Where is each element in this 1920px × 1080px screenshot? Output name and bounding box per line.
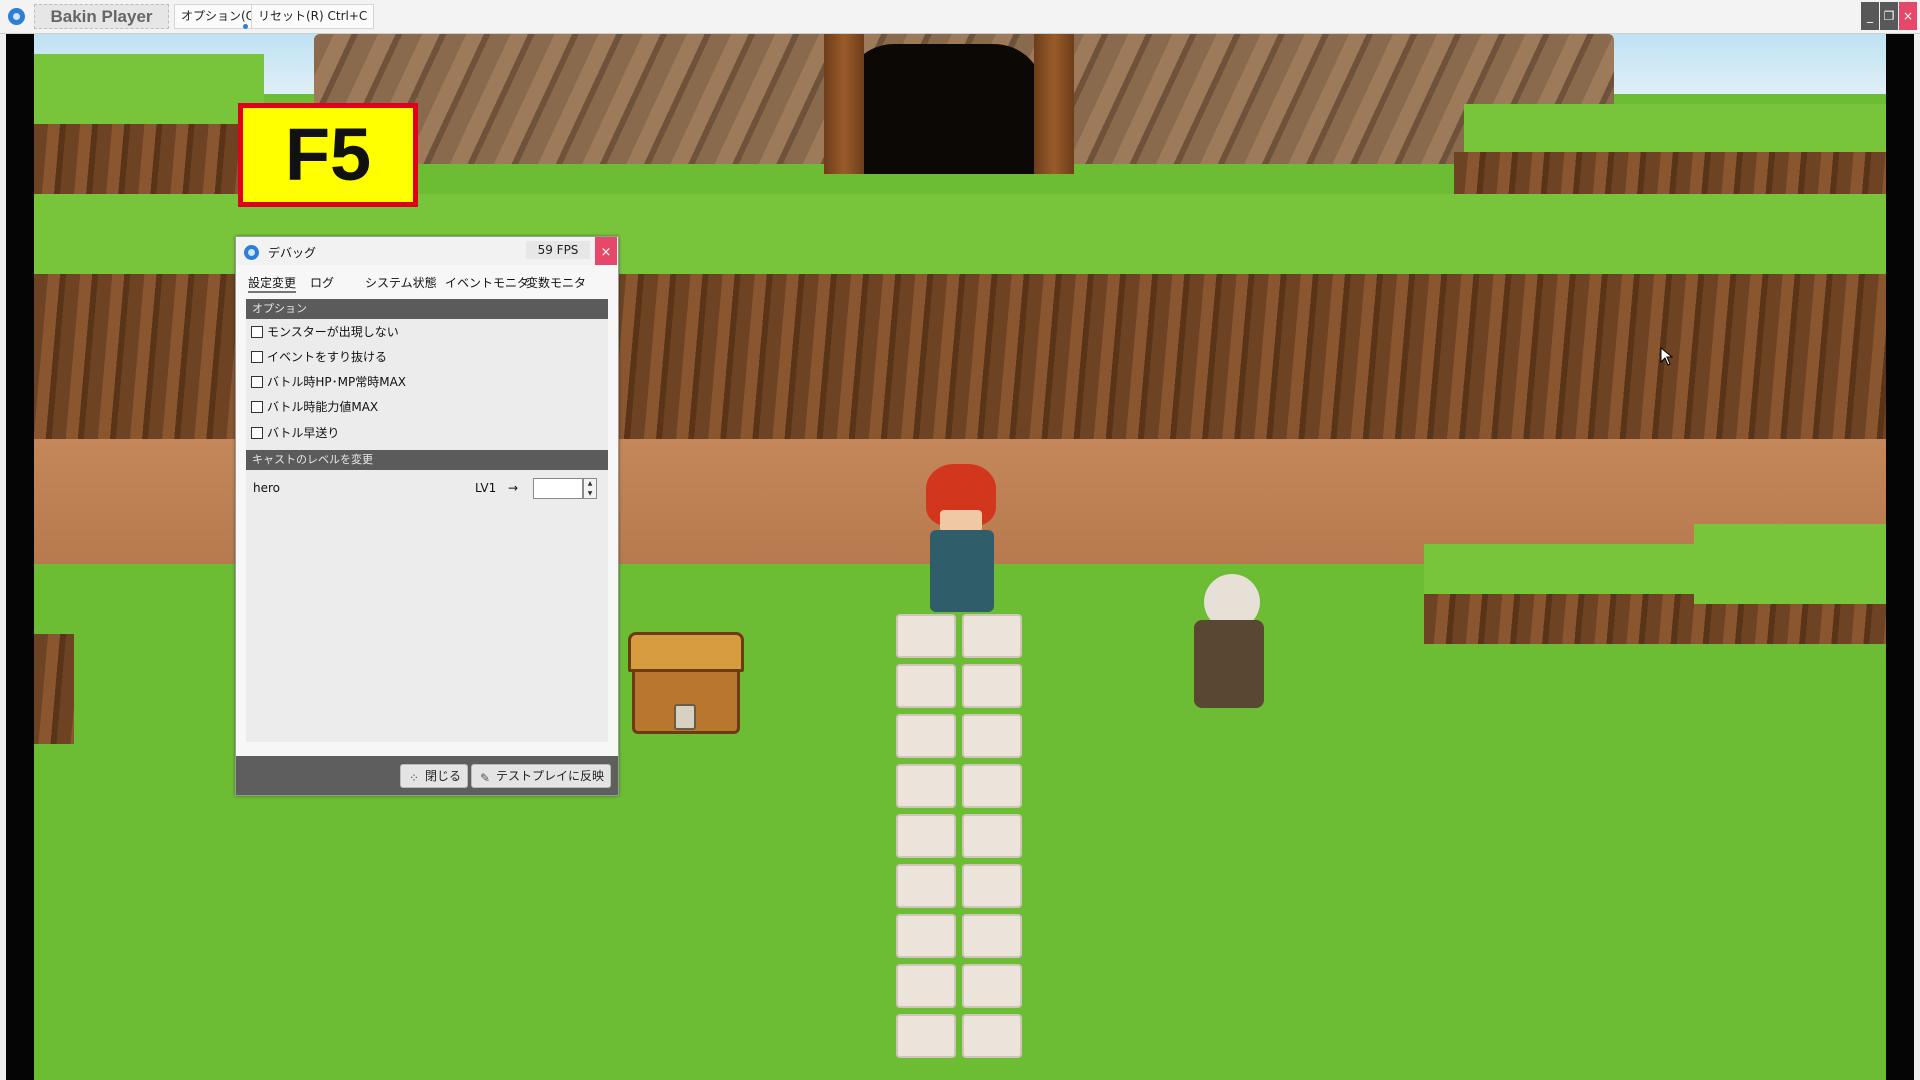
cliff-upper-left	[34, 124, 264, 199]
cast-level-header: キャストのレベルを変更	[246, 450, 608, 470]
path-tile	[962, 814, 1022, 858]
cliff-lower-left	[34, 634, 74, 744]
mouse-cursor-icon	[1660, 347, 1674, 366]
title-bar: Bakin Player オプション(O) リセット(R) Ctrl+C _ ❐…	[0, 0, 1920, 34]
option-pass-events[interactable]: イベントをすり抜ける	[251, 348, 387, 366]
option-label: バトル時能力値MAX	[267, 400, 379, 414]
path-tile	[962, 714, 1022, 758]
path-tile	[962, 864, 1022, 908]
close-dialog-button[interactable]: ⁘ 閉じる	[400, 764, 469, 788]
path-tile	[896, 964, 956, 1008]
path-tile	[962, 614, 1022, 658]
checkbox[interactable]	[251, 427, 263, 439]
checkbox[interactable]	[251, 326, 263, 338]
f5-key-badge: F5	[238, 103, 418, 207]
option-label: モンスターが出現しない	[267, 325, 399, 339]
debug-title-bar[interactable]: デバッグ 59 FPS ×	[236, 237, 618, 265]
close-dialog-label: 閉じる	[425, 769, 462, 783]
path-tile	[896, 864, 956, 908]
path-tile	[962, 764, 1022, 808]
debug-window: デバッグ 59 FPS × 設定変更 ログ システム状態 イベントモニタ 変数モ…	[235, 236, 619, 796]
tab-log[interactable]: ログ	[310, 273, 334, 293]
option-label: バトル時HP･MP常時MAX	[267, 375, 406, 389]
debug-close-button[interactable]: ×	[595, 237, 617, 265]
hero-character[interactable]	[930, 530, 994, 612]
minimize-button[interactable]: _	[1861, 2, 1879, 30]
restore-button[interactable]: ❐	[1880, 2, 1898, 30]
spin-up-icon[interactable]: ▲	[584, 479, 596, 489]
checkbox[interactable]	[251, 351, 263, 363]
option-max-stats[interactable]: バトル時能力値MAX	[251, 398, 378, 416]
elder-npc[interactable]	[1194, 620, 1264, 708]
letterbox-right	[1886, 34, 1914, 1080]
path-tile	[896, 814, 956, 858]
tab-variable-monitor[interactable]: 変数モニタ	[526, 273, 586, 293]
path-tile	[896, 664, 956, 708]
notification-dot-icon	[243, 24, 248, 29]
cave-entrance	[844, 44, 1044, 174]
option-no-monsters[interactable]: モンスターが出現しない	[251, 323, 399, 341]
cave-post-left	[824, 34, 864, 174]
letterbox-left	[6, 34, 34, 1080]
tab-event-monitor[interactable]: イベントモニタ	[445, 273, 529, 293]
path-tile	[896, 1014, 956, 1058]
app-title: Bakin Player	[34, 4, 169, 29]
checkbox[interactable]	[251, 376, 263, 388]
ledge-upper-left	[34, 54, 264, 134]
spin-down-icon[interactable]: ▼	[584, 489, 596, 499]
treasure-chest-lid	[628, 632, 744, 672]
path-tile	[896, 614, 956, 658]
apply-label: テストプレイに反映	[496, 769, 605, 783]
path-tile	[896, 714, 956, 758]
tab-settings[interactable]: 設定変更	[248, 273, 297, 293]
path-tile	[962, 1014, 1022, 1058]
menu-reset[interactable]: リセット(R) Ctrl+C	[251, 4, 375, 29]
debug-title: デバッグ	[268, 246, 317, 260]
cave-post-right	[1034, 34, 1074, 174]
checkbox[interactable]	[251, 401, 263, 413]
cast-name: hero	[253, 481, 280, 495]
pencil-icon: ✎	[479, 771, 491, 785]
hero-face	[940, 510, 982, 532]
option-max-hp-mp[interactable]: バトル時HP･MP常時MAX	[251, 373, 406, 391]
option-battle-fast-forward[interactable]: バトル早送り	[251, 424, 339, 442]
grass-block-far-right	[1694, 524, 1886, 604]
level-stepper[interactable]: ▲ ▼	[583, 478, 597, 499]
path-tile	[962, 914, 1022, 958]
fps-counter: 59 FPS	[526, 241, 590, 259]
path-tile	[962, 664, 1022, 708]
level-input[interactable]	[533, 478, 583, 499]
cast-current-level: LV1	[475, 481, 497, 495]
path-tile	[962, 964, 1022, 1008]
path-tile	[896, 764, 956, 808]
app-logo-icon	[8, 8, 25, 25]
path-tile	[896, 914, 956, 958]
option-label: イベントをすり抜ける	[267, 350, 388, 364]
options-header: オプション	[246, 299, 608, 319]
tab-system-status[interactable]: システム状態	[365, 273, 437, 293]
apply-to-testplay-button[interactable]: ✎ テストプレイに反映	[471, 764, 612, 788]
arrow-right-icon: →	[508, 481, 519, 495]
lock-icon	[674, 704, 696, 730]
loading-icon: ⁘	[408, 771, 420, 785]
close-button[interactable]: ×	[1899, 2, 1917, 30]
option-label: バトル早送り	[267, 426, 340, 440]
cast-row: hero LV1 → ▲ ▼	[253, 477, 605, 499]
debug-footer: ⁘ 閉じる ✎ テストプレイに反映	[236, 756, 618, 795]
bakin-logo-icon	[244, 245, 259, 260]
window-border-right	[1914, 34, 1920, 1080]
